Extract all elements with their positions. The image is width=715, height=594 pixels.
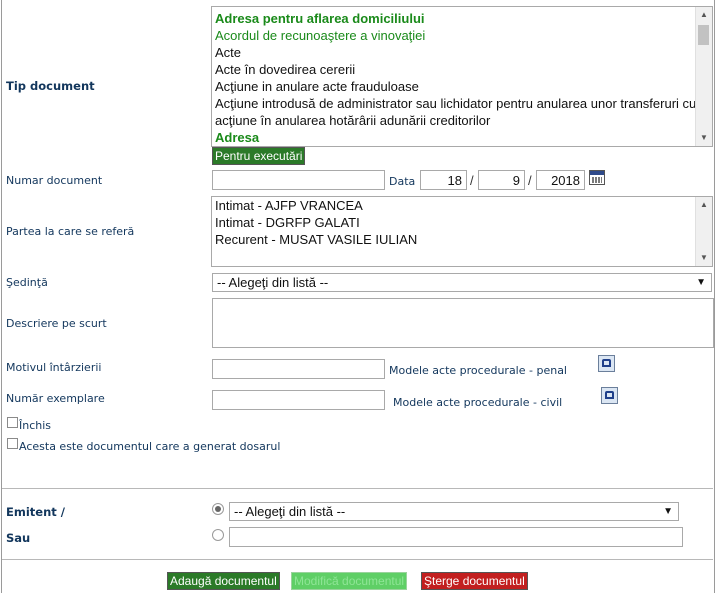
list-item[interactable]: Acţiune introdusă de administrator sau l…	[212, 95, 712, 112]
calendar-icon[interactable]	[589, 170, 605, 185]
date-separator: /	[470, 173, 474, 188]
generat-dosar-checkbox[interactable]	[7, 438, 18, 449]
descriere-textarea[interactable]	[212, 298, 714, 348]
modele-civil-link[interactable]: Modele acte procedurale - civil	[393, 396, 562, 409]
sau-radio[interactable]	[212, 529, 224, 541]
scroll-down-arrow-icon[interactable]: ▼	[696, 251, 712, 265]
year-input[interactable]	[536, 170, 585, 190]
scroll-up-arrow-icon[interactable]: ▲	[696, 8, 712, 22]
inchis-label: Închis	[19, 419, 52, 432]
numar-document-input[interactable]	[212, 170, 385, 190]
list-item[interactable]: Acte în dovedirea cererii	[212, 61, 712, 78]
sedinta-label: Şedinţă	[6, 276, 48, 289]
numar-document-label: Numar document	[6, 174, 103, 187]
list-item[interactable]: acţiune în anularea hotărârii adunării c…	[212, 112, 712, 129]
list-item[interactable]: Intimat - DGRFP GALATI	[212, 214, 712, 231]
tip-document-label: Tip document	[6, 79, 95, 93]
book-icon[interactable]	[598, 355, 615, 372]
book-icon[interactable]	[601, 387, 618, 404]
list-item[interactable]: Acte	[212, 44, 712, 61]
descriere-label: Descriere pe scurt	[6, 317, 107, 330]
list-item[interactable]: Acţiune in anulare acte frauduloase	[212, 78, 712, 95]
sau-input[interactable]	[229, 527, 683, 547]
pentru-executari-button[interactable]: Pentru executări	[212, 147, 306, 165]
scroll-up-arrow-icon[interactable]: ▲	[696, 198, 712, 212]
emitent-radio[interactable]	[212, 503, 224, 515]
scroll-thumb[interactable]	[698, 25, 709, 45]
day-input[interactable]	[420, 170, 467, 190]
emitent-selected-value: -- Alegeţi din listă --	[234, 504, 346, 519]
divider	[2, 488, 713, 489]
tip-document-listbox[interactable]: Adresa pentru aflarea domiciliului Acord…	[211, 6, 713, 147]
chevron-down-icon: ▼	[696, 277, 706, 288]
partea-label: Partea la care se referă	[6, 225, 135, 238]
numar-exemplare-label: Număr exemplare	[6, 392, 105, 405]
delete-document-button[interactable]: Şterge documentul	[421, 572, 528, 590]
motivul-label: Motivul întârzierii	[6, 361, 102, 374]
list-item[interactable]: Adresa pentru aflarea domiciliului	[212, 10, 712, 27]
date-separator: /	[528, 173, 532, 188]
sedinta-selected-value: -- Alegeţi din listă --	[217, 275, 329, 290]
divider	[2, 559, 713, 560]
add-document-button[interactable]: Adaugă documentul	[167, 572, 280, 590]
inchis-checkbox[interactable]	[7, 417, 18, 428]
partea-listbox[interactable]: Intimat - AJFP VRANCEA Intimat - DGRFP G…	[211, 196, 713, 267]
partea-scrollbar[interactable]: ▲ ▼	[695, 197, 712, 266]
list-item[interactable]: Intimat - AJFP VRANCEA	[212, 197, 712, 214]
tip-document-scrollbar[interactable]: ▲ ▼	[695, 7, 712, 146]
month-input[interactable]	[478, 170, 525, 190]
list-item[interactable]: Recurent - MUSAT VASILE IULIAN	[212, 231, 712, 248]
data-label: Data	[389, 175, 416, 188]
emitent-label: Emitent /	[6, 505, 65, 519]
list-item[interactable]: Adresa	[212, 129, 712, 146]
numar-exemplare-input[interactable]	[212, 390, 385, 410]
chevron-down-icon: ▼	[663, 506, 673, 517]
sau-label: Sau	[6, 531, 31, 545]
modify-document-button[interactable]: Modifică documentul	[291, 572, 408, 590]
generat-dosar-label: Acesta este documentul care a generat do…	[19, 440, 281, 453]
scroll-down-arrow-icon[interactable]: ▼	[696, 131, 712, 145]
sedinta-select[interactable]: -- Alegeţi din listă -- ▼	[212, 273, 712, 292]
modele-penal-link[interactable]: Modele acte procedurale - penal	[389, 364, 567, 377]
emitent-select[interactable]: -- Alegeţi din listă -- ▼	[229, 502, 679, 521]
motivul-input[interactable]	[212, 359, 385, 379]
list-item[interactable]: Acordul de recunoaştere a vinovaţiei	[212, 27, 712, 44]
